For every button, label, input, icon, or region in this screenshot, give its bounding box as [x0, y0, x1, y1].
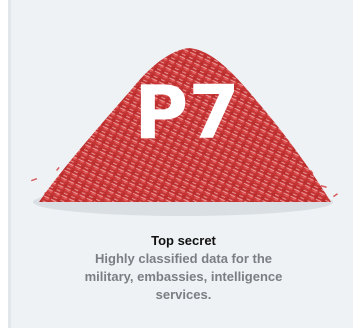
security-level-badge: P7	[134, 70, 240, 156]
shredded-paper-pile-image: P7	[30, 48, 338, 216]
card-caption: Top secret Highly classified data for th…	[11, 232, 353, 304]
security-level-description: Highly classified data for the military,…	[84, 251, 283, 302]
security-level-card: P7 Top secret Highly classified data for…	[8, 0, 353, 328]
security-level-title: Top secret	[151, 233, 216, 248]
